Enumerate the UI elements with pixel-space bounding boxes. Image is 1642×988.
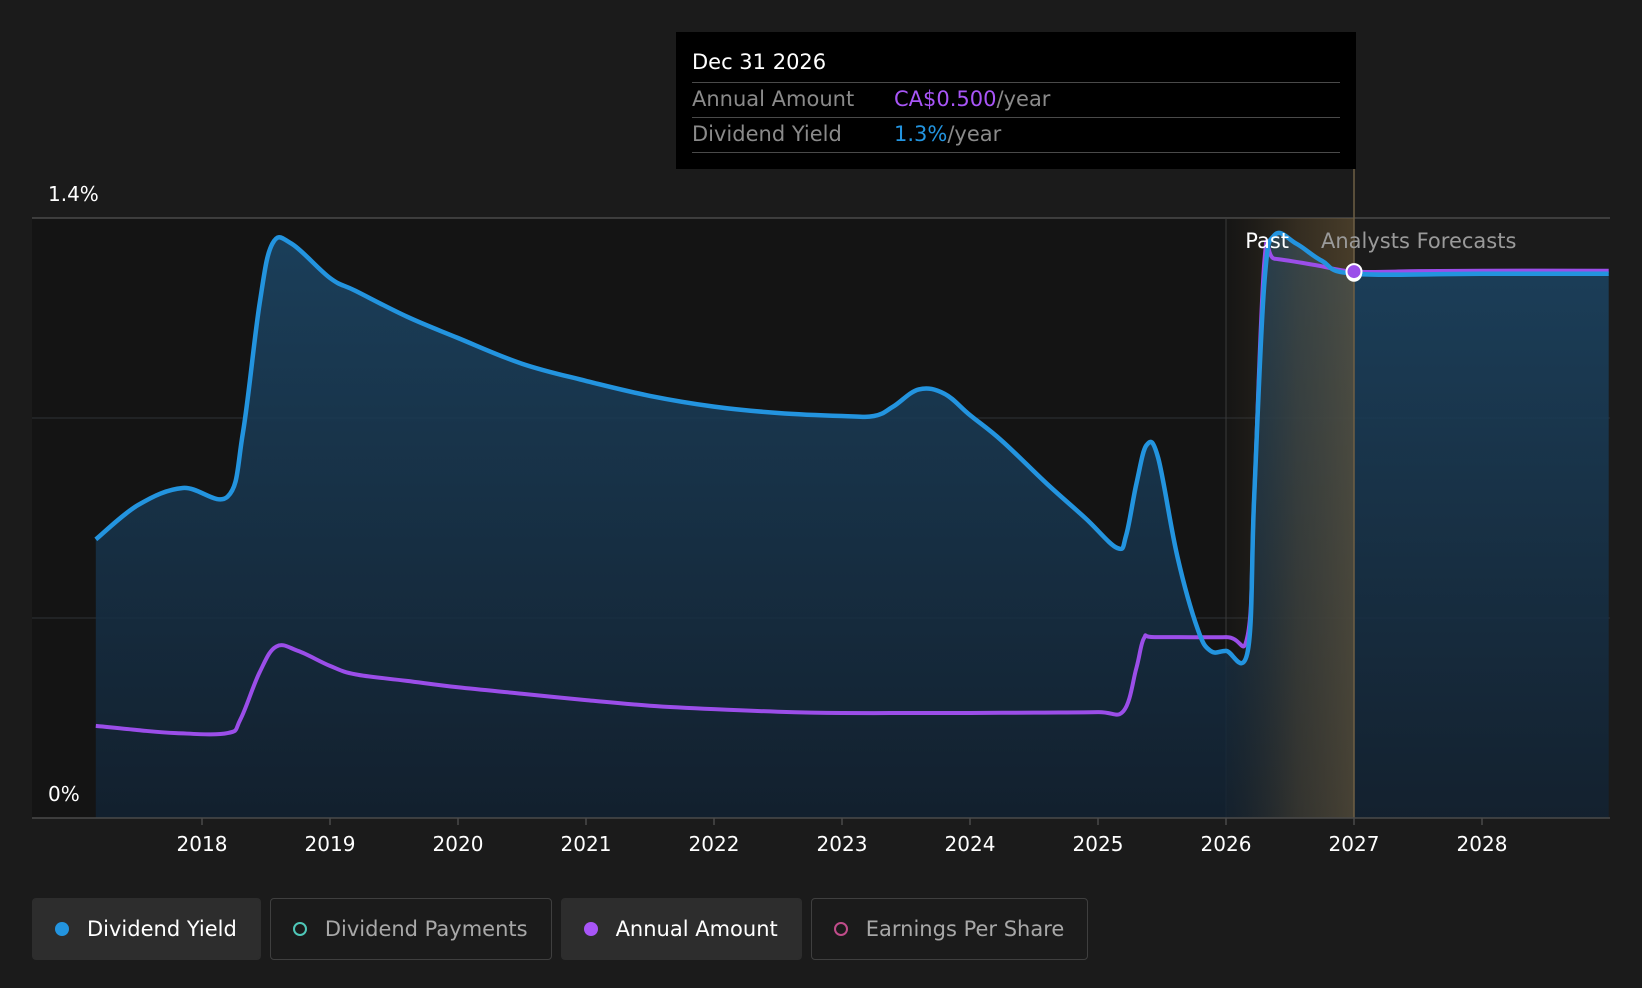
x-tick-label: 2018 (177, 832, 228, 856)
tooltip-label: Dividend Yield (692, 122, 842, 146)
tooltip-row-dividend-yield: Dividend Yield 1.3%/year (692, 118, 1340, 153)
x-tick-label: 2025 (1073, 832, 1124, 856)
legend-annual-amount[interactable]: Annual Amount (560, 898, 802, 960)
circle-outline-icon (833, 922, 848, 936)
x-tick-label: 2026 (1201, 832, 1252, 856)
circle-outline-icon (292, 922, 307, 936)
chart-tooltip: Dec 31 2026 Annual Amount CA$0.500/year D… (676, 32, 1356, 169)
x-tick-label: 2023 (817, 832, 868, 856)
y-axis-min-label: 0% (48, 782, 80, 806)
legend-label: Dividend Yield (87, 917, 237, 941)
legend-label: Annual Amount (615, 917, 778, 941)
tooltip-suffix: /year (947, 122, 1002, 146)
x-tick-label: 2020 (433, 832, 484, 856)
chart-legend: Dividend Yield Dividend Payments Annual … (32, 898, 1089, 960)
tooltip-row-annual-amount: Annual Amount CA$0.500/year (692, 83, 1340, 118)
x-tick-label: 2019 (305, 832, 356, 856)
tooltip-value: 1.3% (894, 122, 948, 146)
x-tick-label: 2024 (945, 832, 996, 856)
circle-icon (55, 922, 69, 936)
x-tick-label: 2028 (1457, 832, 1508, 856)
tooltip-value: CA$0.500 (894, 87, 997, 111)
x-tick-label: 2022 (689, 832, 740, 856)
past-label: Past (1245, 229, 1289, 253)
legend-label: Dividend Payments (324, 917, 528, 941)
tooltip-suffix: /year (996, 87, 1051, 111)
legend-dividend-yield[interactable]: Dividend Yield (32, 898, 261, 960)
analysts-forecasts-label: Analysts Forecasts (1321, 229, 1517, 253)
annual-amount-marker (1345, 263, 1363, 281)
legend-label: Earnings Per Share (865, 917, 1065, 941)
forecast-band (1226, 218, 1354, 818)
x-tick-label: 2021 (561, 832, 612, 856)
x-tick-label: 2027 (1329, 832, 1380, 856)
tooltip-label: Annual Amount (692, 87, 855, 111)
circle-icon (583, 922, 598, 936)
legend-earnings-per-share[interactable]: Earnings Per Share (810, 898, 1089, 960)
tooltip-date: Dec 31 2026 (692, 32, 1340, 83)
y-axis-max-label: 1.4% (48, 182, 99, 206)
legend-dividend-payments[interactable]: Dividend Payments (269, 898, 552, 960)
